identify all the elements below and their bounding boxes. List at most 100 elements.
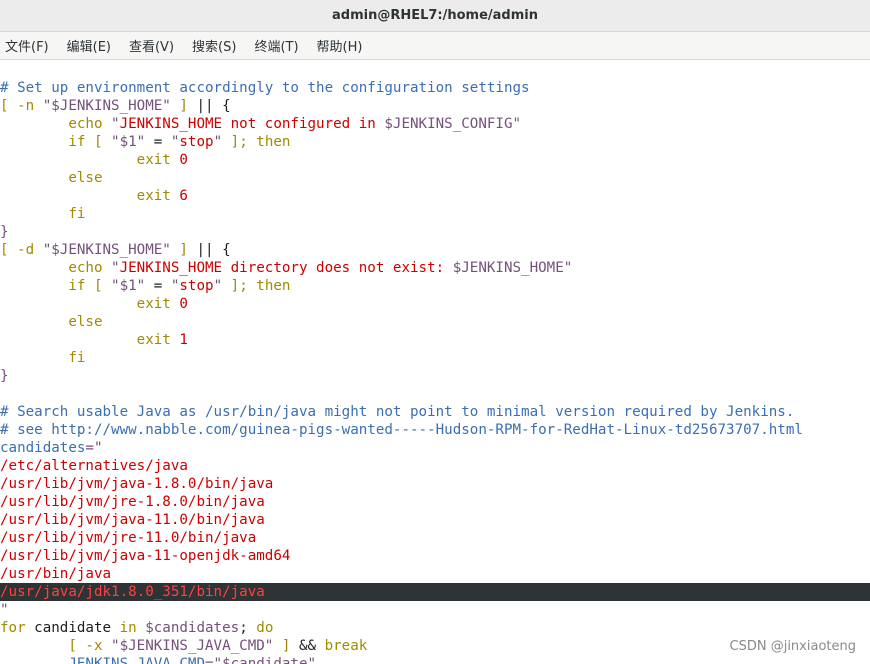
terminal-text: "$JENKINS_HOME"	[42, 242, 171, 258]
terminal-line: for candidate in $candidates; do	[0, 619, 870, 637]
terminal-line: exit 1	[0, 331, 870, 349]
watermark: CSDN @jinxiaoteng	[729, 639, 856, 654]
terminal-text: ]	[170, 242, 197, 258]
terminal-text: else	[0, 314, 103, 330]
terminal-line: # Set up environment accordingly to the …	[0, 79, 870, 97]
terminal-text: fi	[0, 350, 86, 366]
terminal-line: /usr/lib/jvm/java-11-openjdk-amd64	[0, 547, 870, 565]
terminal-text: /usr/lib/jvm/java-11-openjdk-amd64	[0, 548, 291, 564]
terminal-text: if [	[0, 134, 112, 150]
terminal-text: =	[145, 278, 171, 294]
terminal-text: [ -n	[0, 98, 43, 114]
terminal-line: /usr/lib/jvm/jre-1.8.0/bin/java	[0, 493, 870, 511]
menu-help[interactable]: 帮助(H)	[316, 34, 364, 57]
terminal-text: /usr/lib/jvm/jre-11.0/bin/java	[0, 530, 257, 546]
terminal-text: JENKINS_HOME directory does not exist:	[119, 260, 453, 276]
terminal-text: /usr/java/jdk1.8.0_351/bin/java	[0, 584, 265, 600]
terminal-text: # Set up environment accordingly to the …	[0, 80, 530, 96]
terminal-text: ;	[239, 620, 257, 636]
terminal-text: "$1"	[111, 134, 146, 150]
terminal-line: /etc/alternatives/java	[0, 457, 870, 475]
terminal-text: ="$candidate"	[205, 656, 317, 664]
terminal-text: "	[0, 602, 9, 618]
terminal-line: /usr/lib/jvm/jre-11.0/bin/java	[0, 529, 870, 547]
terminal-text: /usr/bin/java	[0, 566, 112, 582]
terminal-line: if [ "$1" = "stop" ]; then	[0, 277, 870, 295]
terminal-text: &&	[298, 638, 325, 654]
terminal-line: [ -d "$JENKINS_HOME" ] || {	[0, 241, 870, 259]
terminal-text: candidate	[25, 620, 120, 636]
terminal-text: =	[145, 134, 171, 150]
terminal-line: candidates="	[0, 439, 870, 457]
terminal-text: 1	[179, 332, 188, 348]
terminal-text: stop	[179, 134, 214, 150]
terminal-text: || {	[196, 242, 231, 258]
terminal-text: fi	[0, 206, 86, 222]
terminal-line: "	[0, 601, 870, 619]
terminal-text: }	[0, 224, 9, 240]
terminal-text: exit	[0, 188, 180, 204]
terminal-text: # see http://www.nabble.com/guinea-pigs-…	[0, 422, 803, 438]
terminal-text: # Search usable Java as /usr/bin/java mi…	[0, 404, 795, 420]
terminal-text: JENKINS_HOME not configured in	[119, 116, 385, 132]
terminal-line: else	[0, 313, 870, 331]
terminal-text: $JENKINS_CONFIG"	[384, 116, 522, 132]
window-title: admin@RHEL7:/home/admin	[331, 8, 538, 23]
terminal-text: ]	[273, 638, 299, 654]
terminal-text: [ -d	[0, 242, 43, 258]
terminal-text: "	[213, 278, 223, 294]
terminal-text: || {	[196, 98, 231, 114]
terminal-text: ="	[85, 440, 103, 456]
terminal-text: $JENKINS_HOME"	[452, 260, 573, 276]
terminal-line: fi	[0, 205, 870, 223]
terminal-text: do	[256, 620, 274, 636]
terminal-line: # Search usable Java as /usr/bin/java mi…	[0, 403, 870, 421]
terminal-line: /usr/bin/java	[0, 565, 870, 583]
terminal-line: if [ "$1" = "stop" ]; then	[0, 133, 870, 151]
terminal-text: if [	[0, 278, 112, 294]
terminal-line: exit 0	[0, 295, 870, 313]
terminal-text: stop	[179, 278, 214, 294]
menu-edit[interactable]: 编辑(E)	[66, 34, 112, 57]
terminal-line: echo "JENKINS_HOME directory does not ex…	[0, 259, 870, 277]
terminal-text: break	[324, 638, 368, 654]
terminal-text: in	[119, 620, 137, 636]
terminal-text: exit	[0, 152, 180, 168]
terminal-line: exit 6	[0, 187, 870, 205]
menu-search[interactable]: 搜索(S)	[191, 34, 237, 57]
terminal-text: "$JENKINS_HOME"	[42, 98, 171, 114]
terminal-text: [ -x	[0, 638, 112, 654]
terminal-text: ]; then	[222, 278, 291, 294]
terminal-line: [ -n "$JENKINS_HOME" ] || {	[0, 97, 870, 115]
terminal-text: /usr/lib/jvm/java-1.8.0/bin/java	[0, 476, 274, 492]
menu-view[interactable]: 查看(V)	[128, 34, 175, 57]
terminal-line: else	[0, 169, 870, 187]
title-bar: admin@RHEL7:/home/admin	[0, 0, 870, 32]
terminal-area[interactable]: # Set up environment accordingly to the …	[0, 61, 870, 664]
terminal-text: exit	[0, 332, 180, 348]
terminal-line: }	[0, 367, 870, 385]
terminal-text: /usr/lib/jvm/java-11.0/bin/java	[0, 512, 265, 528]
terminal-text: /etc/alternatives/java	[0, 458, 188, 474]
menu-terminal[interactable]: 终端(T)	[253, 34, 299, 57]
terminal-line: JENKINS_JAVA_CMD="$candidate"	[0, 655, 870, 664]
terminal-text: "	[213, 134, 223, 150]
terminal-text: JENKINS_JAVA_CMD	[0, 656, 205, 664]
terminal-line: fi	[0, 349, 870, 367]
terminal-text: "$JENKINS_JAVA_CMD"	[111, 638, 274, 654]
terminal-line: # see http://www.nabble.com/guinea-pigs-…	[0, 421, 870, 439]
terminal-text: $candidates	[136, 620, 240, 636]
terminal-text: "$1"	[111, 278, 146, 294]
terminal-text: /usr/lib/jvm/jre-1.8.0/bin/java	[0, 494, 265, 510]
terminal-text: for	[0, 620, 26, 636]
terminal-line: /usr/lib/jvm/java-1.8.0/bin/java	[0, 475, 870, 493]
terminal-text: 0	[179, 296, 188, 312]
terminal-text: ]	[170, 98, 197, 114]
menu-file[interactable]: 文件(F)	[4, 34, 50, 57]
terminal-text: echo	[0, 260, 112, 276]
terminal-line: /usr/lib/jvm/java-11.0/bin/java	[0, 511, 870, 529]
terminal-text: exit	[0, 296, 180, 312]
terminal-text: 0	[179, 152, 188, 168]
